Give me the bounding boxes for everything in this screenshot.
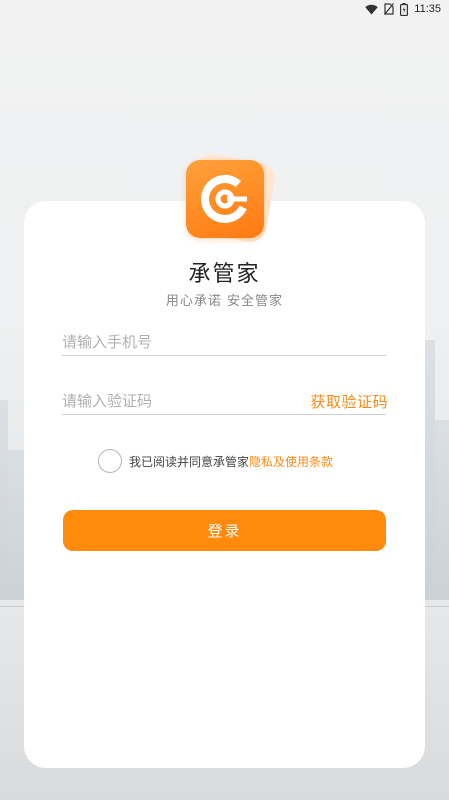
- battery-icon: [400, 2, 409, 16]
- status-time: 11:35: [414, 3, 441, 15]
- login-button[interactable]: 登录: [63, 510, 386, 551]
- status-bar: 11:35: [0, 0, 449, 18]
- privacy-terms-link[interactable]: 隐私及使用条款: [249, 453, 333, 470]
- app-logo-icon: [186, 160, 264, 238]
- agreement-checkbox[interactable]: [98, 449, 122, 473]
- get-code-button[interactable]: 获取验证码: [310, 391, 388, 412]
- no-sim-icon: [384, 3, 395, 15]
- phone-input[interactable]: [62, 328, 386, 355]
- agreement-text: 我已阅读并同意承管家: [129, 454, 250, 469]
- agreement-row: 我已阅读并同意承管家 隐私及使用条款: [98, 448, 333, 474]
- verification-code-field: 获取验证码: [62, 387, 388, 415]
- app-logo: [181, 151, 278, 245]
- phone-field: [62, 328, 386, 356]
- app-title: 承管家: [188, 262, 261, 287]
- verification-code-input[interactable]: [62, 387, 292, 414]
- app-slogan: 用心承诺 安全管家: [165, 294, 284, 309]
- wifi-icon: [365, 4, 378, 15]
